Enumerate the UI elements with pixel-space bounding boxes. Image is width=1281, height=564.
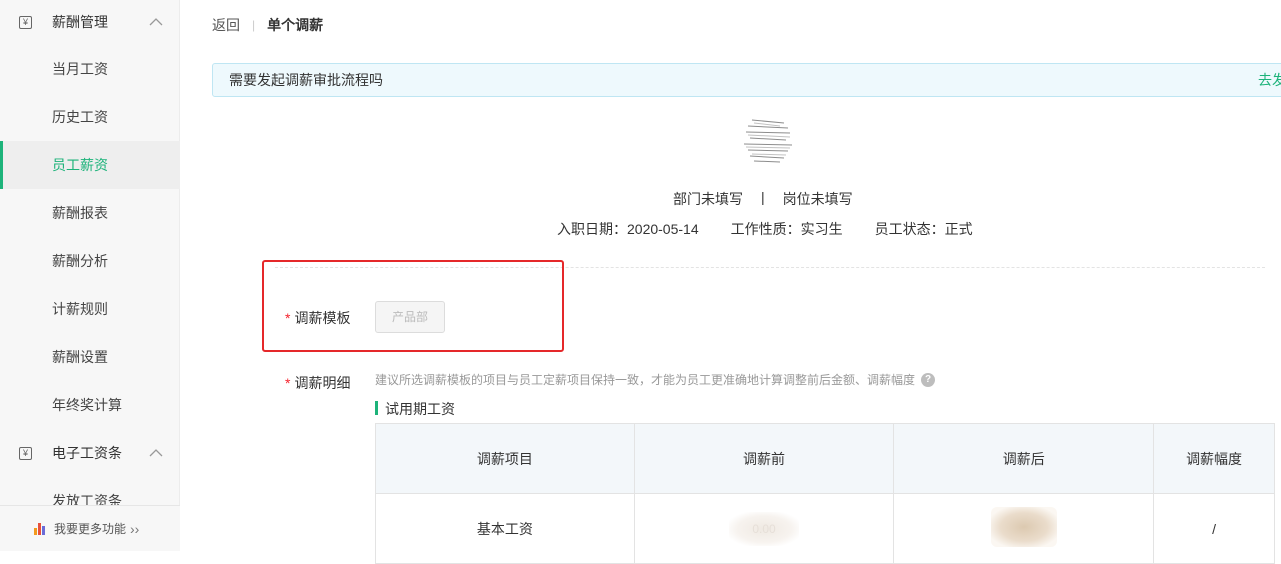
hire-date: 入职日期：2020-05-14 [557,221,699,237]
sidebar-item-salary-analysis[interactable]: 薪酬分析 [0,237,180,285]
sidebar-item-employee-salary[interactable]: 员工薪资 [0,141,180,189]
sidebar-group-label: 电子工资条 [52,445,122,461]
sidebar: ¥ 薪酬管理 当月工资 历史工资 员工薪资 薪酬报表 薪酬分析 计薪规则 薪酬设… [0,0,180,551]
cell-change: / [1153,493,1275,564]
double-chevron-right-icon: ›› [130,520,140,537]
required-mark: * [285,375,291,391]
col-header-before: 调薪前 [633,423,895,494]
more-features-label: 我要更多功能 [54,522,127,536]
employee-info: 入职日期：2020-05-14 工作性质：实习生 员工状态：正式 [557,219,973,239]
help-icon[interactable]: ? [921,372,936,387]
chevron-up-icon [149,18,163,26]
col-header-item: 调薪项目 [375,423,635,494]
sidebar-group-label: 薪酬管理 [52,14,108,30]
sidebar-item-salary-history[interactable]: 历史工资 [0,93,180,141]
table-row: 基本工资 0.00 / [375,493,1275,564]
notice-text: 需要发起调薪审批流程吗 [229,72,383,88]
col-header-change: 调薪幅度 [1153,423,1275,494]
main-content: 返回 | 单个调薪 需要发起调薪审批流程吗 去发 部门未填写 | 岗位未填写 入… [180,0,1281,564]
table-header-row: 调薪项目 调薪前 调薪后 调薪幅度 [375,423,1275,494]
sidebar-item-current-month-salary[interactable]: 当月工资 [0,45,180,93]
col-header-after: 调薪后 [893,423,1155,494]
after-value-input[interactable] [990,507,1057,547]
cell-item: 基本工资 [375,493,635,564]
approval-notice: 需要发起调薪审批流程吗 去发 [212,63,1281,97]
payslip-icon: ¥ [19,446,32,460]
back-link[interactable]: 返回 [212,15,240,35]
before-value: 0.00 [729,511,800,546]
sidebar-group-salary[interactable]: ¥ 薪酬管理 [0,0,180,44]
salary-icon: ¥ [19,15,32,29]
required-mark: * [285,310,291,326]
detail-field-label: * 调薪明细 [285,375,351,391]
sidebar-item-salary-report[interactable]: 薪酬报表 [0,189,180,237]
employee-status: 员工状态：正式 [874,221,973,237]
sidebar-item-bonus-calc[interactable]: 年终奖计算 [0,381,180,429]
page-title: 单个调薪 [267,17,324,33]
bar-chart-icon [34,522,48,535]
avatar [743,119,793,163]
cell-before: 0.00 [633,493,895,564]
department-text: 部门未填写 [673,191,743,207]
breadcrumb-separator: | [252,18,256,32]
hint-text: 建议所选调薪模板的项目与员工定薪项目保持一致，才能为员工更准确地计算调整前后金额… [375,371,936,388]
salary-adjustment-table: 调薪项目 调薪前 调薪后 调薪幅度 基本工资 0.00 / [375,423,1275,564]
sidebar-item-salary-settings[interactable]: 薪酬设置 [0,333,180,381]
sidebar-item-pay-rules[interactable]: 计薪规则 [0,285,180,333]
more-features-button[interactable]: 我要更多功能 ›› [0,505,180,551]
work-type: 工作性质：实习生 [730,221,843,237]
cell-after[interactable] [893,493,1155,564]
breadcrumb: 返回 | 单个调薪 [212,15,323,35]
employee-dept-position: 部门未填写 | 岗位未填写 [673,189,853,209]
notice-action-link[interactable]: 去发 [1258,64,1281,96]
template-select[interactable]: 产品部 [375,301,445,333]
section-title: 试用期工资 [375,399,455,419]
sidebar-group-payslip[interactable]: ¥ 电子工资条 [0,431,180,475]
chevron-up-icon [149,449,163,457]
separator: | [761,189,765,205]
template-field-label: * 调薪模板 [285,310,351,326]
position-text: 岗位未填写 [782,191,853,207]
